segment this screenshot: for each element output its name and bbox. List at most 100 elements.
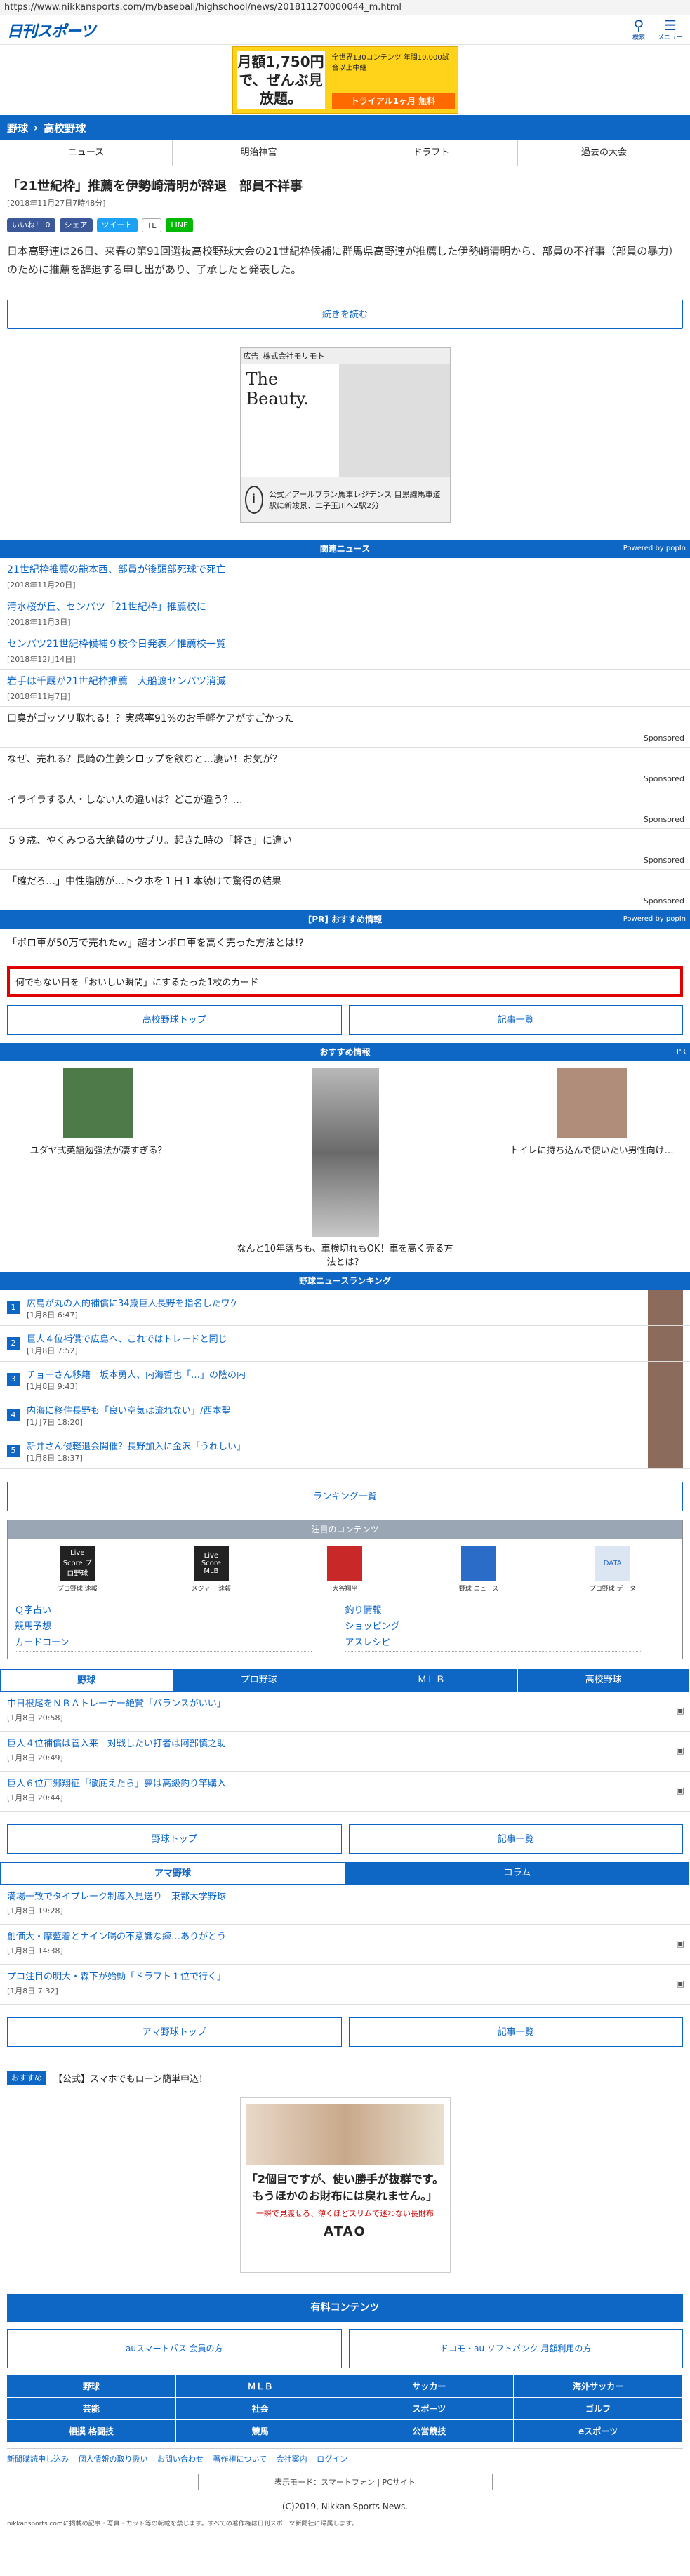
link-keiba[interactable]: 競馬予想 <box>15 1619 312 1635</box>
top-ad-banner[interactable]: 月額1,750円で、ぜんぶ見放題。 全世界130コンテンツ 年間10,000試合… <box>232 46 458 114</box>
popin-credit: Powered by popIn <box>623 915 686 923</box>
sponsored-item[interactable]: 口臭がゴッソリ取れる！？実感率91%のお手軽ケアがすごかった Sponsored <box>0 707 690 748</box>
footer-link[interactable]: 個人情報の取り扱い <box>79 2455 148 2464</box>
footer-sports[interactable]: スポーツ <box>345 2398 515 2420</box>
breadcrumb-highschool[interactable]: 高校野球 <box>44 121 86 135</box>
tab-mlb[interactable]: ＭＬＢ <box>345 1669 518 1692</box>
featured-item[interactable]: Live Score プロ野球 プロ野球 速報 <box>49 1546 105 1593</box>
recommend-item[interactable]: なんと10年落ちも、車検切れもOK！車を高く売る方法とは？ <box>233 1068 458 1268</box>
news-row[interactable]: 巨人６位戸郷翔征「徹底えたら」夢は高級釣り竿購入 [1月8日 20:44] ▣ <box>0 1772 690 1812</box>
tab-meiji-jingu[interactable]: 明治神宮 <box>173 140 345 166</box>
article-list-button[interactable]: 記事一覧 <box>348 2017 683 2047</box>
tab-baseball[interactable]: 野球 <box>0 1669 173 1692</box>
recommend-line[interactable]: おすすめ 【公式】スマホでもローン簡単申込！ <box>0 2064 690 2092</box>
breadcrumb-baseball[interactable]: 野球 <box>7 121 28 135</box>
tab-draft[interactable]: ドラフト <box>345 140 518 166</box>
article-list-button[interactable]: 記事一覧 <box>348 1824 683 1854</box>
footer-mlb[interactable]: ＭＬＢ <box>175 2375 345 2398</box>
tab-news[interactable]: ニュース <box>0 140 173 166</box>
footer-world-soccer[interactable]: 海外サッカー <box>514 2375 683 2398</box>
footer-entertainment[interactable]: 芸能 <box>7 2398 176 2420</box>
tab-past-tournaments[interactable]: 過去の大会 <box>518 140 690 166</box>
ranking-row[interactable]: 1 広島が丸の人的補償に34歳巨人長野を指名したワケ [1月8日 6:47] <box>0 1290 690 1326</box>
link-recipe[interactable]: アスレシピ <box>345 1635 642 1652</box>
ranking-row[interactable]: 5 新井さん侵軽退会開催？長野加入に金沢「うれしい」 [1月8日 18:37] <box>0 1433 690 1469</box>
amateur-top-button[interactable]: アマ野球トップ <box>7 2017 342 2047</box>
sponsored-item[interactable]: イライラする人・しない人の違いは？どこが違う？… Sponsored <box>0 788 690 829</box>
news-row[interactable]: 巨人４位補償は菅入来 対戦したい打者は阿部慎之助 [1月8日 20:49] ▣ <box>0 1732 690 1772</box>
footer-baseball[interactable]: 野球 <box>7 2375 176 2398</box>
link-cardloan[interactable]: カードローン <box>15 1635 312 1652</box>
tab-column[interactable]: コラム <box>345 1862 690 1885</box>
carrier-billing-button[interactable]: ドコモ・au ソフトバンク 月額利用の方 <box>348 2329 683 2368</box>
top-ad[interactable]: 月額1,750円で、ぜんぶ見放題。 全世界130コンテンツ 年間10,000試合… <box>0 45 690 115</box>
display-mode-switch[interactable]: 表示モード：スマートフォン | PCサイト <box>197 2474 493 2490</box>
article-list-button[interactable]: 記事一覧 <box>348 1005 683 1035</box>
bottom-ad[interactable]: 「2個目ですが、使い勝手が抜群です。もうほかのお財布には戻れません。」 一瞬で見… <box>239 2097 451 2273</box>
facebook-share-button[interactable]: シェア <box>59 218 93 232</box>
middle-ad[interactable]: 広告 株式会社モリモト The Beauty. i 公式／アールブラン馬車レジデ… <box>239 347 451 523</box>
ranking-row[interactable]: 2 巨人４位補償で広島へ、これではトレードと同じ [1月8日 7:52] <box>0 1326 690 1362</box>
featured-item[interactable]: 大谷翔平 <box>317 1546 373 1593</box>
footer-link[interactable]: 会社案内 <box>277 2455 307 2464</box>
footer-golf[interactable]: ゴルフ <box>514 2398 683 2420</box>
ranking-date: [1月8日 6:47] <box>27 1310 78 1320</box>
top-ad-cta[interactable]: トライアル1ヶ月 無料 <box>331 93 455 109</box>
link-fishing[interactable]: 釣り情報 <box>345 1603 642 1619</box>
rank-number: 4 <box>7 1409 20 1421</box>
news-row[interactable]: 中日根尾をＮＢＡトレーナー絶贊「バランスがいい」 [1月8日 20:58] ▣ <box>0 1692 690 1732</box>
tweet-button[interactable]: ツイート <box>96 218 138 232</box>
search-button[interactable]: ⚲ 検索 <box>632 18 645 41</box>
sponsored-item[interactable]: ５９歳、やくみつる大絶賛のサプリ。起きた時の「軽さ」に違い Sponsored <box>0 829 690 870</box>
footer-link[interactable]: 著作権について <box>213 2455 267 2464</box>
timeline-button[interactable]: TL <box>141 218 162 232</box>
link-fortune[interactable]: Ｑ字占い <box>15 1603 312 1619</box>
footer-esports[interactable]: eスポーツ <box>514 2420 683 2443</box>
url-bar[interactable]: https://www.nikkansports.com/m/baseball/… <box>0 0 690 15</box>
baseball-top-button[interactable]: 野球トップ <box>7 1824 342 1854</box>
ranking-row[interactable]: 4 内海に移住長野も「良い空気は流れない」/西本聖 [1月7日 18:20] <box>0 1397 690 1433</box>
line-button[interactable]: LINE <box>166 218 193 232</box>
highlighted-ad-link[interactable]: 何でもない日を「おいしい瞬間」にするたった1枚のカード <box>7 966 683 997</box>
site-logo[interactable]: 日刊スポーツ <box>7 19 96 41</box>
footer-sumo[interactable]: 相撲 格闘技 <box>7 2420 176 2443</box>
footer-soccer[interactable]: サッカー <box>345 2375 515 2398</box>
related-item[interactable]: 岩手は千厩が21世紀枠推薦 大船渡センバツ消滅 [2018年11月7日] <box>0 670 690 707</box>
footer-society[interactable]: 社会 <box>175 2398 345 2420</box>
sponsored-item[interactable]: 「確だろ…」中性脂肪が…トクホを１日１本続けて驚得の結果 Sponsored <box>0 870 690 910</box>
au-smartpass-button[interactable]: auスマートパス 会員の方 <box>7 2329 342 2368</box>
related-item[interactable]: 清水桜が丘、センバツ「21世紀枠」推薦校に [2018年11月3日] <box>0 595 690 632</box>
related-item[interactable]: センバツ21世紀枠候補９校今日発表／推薦校一覧 [2018年12月14日] <box>0 632 690 670</box>
pr-item[interactable]: 「ボロ車が50万で売れたｗ」超オンボロ車を高く売った方法とは!? <box>0 929 690 957</box>
footer-link[interactable]: 新聞購読申し込み <box>7 2455 69 2464</box>
recommend-item[interactable]: トイレに持ち込んで使いたい男性向け… <box>500 1068 683 1265</box>
footer-keiba[interactable]: 競馬 <box>175 2420 345 2443</box>
news-row[interactable]: プロ注目の明大・森下が始動「ドラフト１位で行く」 [1月8日 7:32] ▣ <box>0 1965 690 2005</box>
tab-highschool[interactable]: 高校野球 <box>517 1669 690 1692</box>
ranking-row[interactable]: 3 チョーさん移籍 坂本勇人、内海哲也「…」の陰の内 [1月8日 9:43] <box>0 1362 690 1397</box>
footer-link[interactable]: お問い合わせ <box>157 2455 204 2464</box>
menu-button[interactable]: ☰ メニュー <box>658 18 683 41</box>
sponsored-item[interactable]: なぜ、売れる？長崎の生姜シロップを飲むと…凄い！お気が？ Sponsored <box>0 748 690 788</box>
footer-public-racing[interactable]: 公営競技 <box>345 2420 515 2443</box>
tab-pro-baseball[interactable]: プロ野球 <box>173 1669 345 1692</box>
related-item[interactable]: 21世紀枠推薦の能本西、部員が後頭部死球で死亡 [2018年11月20日] <box>0 558 690 595</box>
facebook-like-button[interactable]: いいね！ 0 <box>7 218 55 232</box>
news-row[interactable]: 満場一致でタイブレーク制導入見送り 東都大学野球 [1月8日 19:28] <box>0 1885 690 1925</box>
news-row[interactable]: 創価大・摩藍着とナイン喝の不意識な練…ありがとう [1月8日 14:38] ▣ <box>0 1925 690 1965</box>
recommend-item[interactable]: ユダヤ式英語勉強法が凄すぎる？ <box>7 1068 190 1265</box>
ranking-title: 巨人４位補償で広島へ、これではトレードと同じ <box>27 1334 227 1345</box>
featured-item[interactable]: DATA プロ野球 データ <box>585 1546 641 1593</box>
ranking-list-button[interactable]: ランキング一覧 <box>7 1482 683 1511</box>
footer-link[interactable]: ログイン <box>317 2455 347 2464</box>
highschool-top-button[interactable]: 高校野球トップ <box>7 1005 342 1035</box>
news-title: 巨人６位戸郷翔征「徹底えたら」夢は高級釣り竿購入 <box>7 1779 227 1789</box>
article-title: 「21世紀枠」推薦を伊勢崎清明が辞退 部員不祥事 <box>7 179 303 194</box>
featured-item[interactable]: 野球 ニュース <box>451 1546 507 1593</box>
featured-item[interactable]: Live Score MLB メジャー 速報 <box>183 1546 239 1593</box>
tab-amateur-baseball[interactable]: アマ野球 <box>0 1862 345 1885</box>
read-more-button[interactable]: 続きを読む <box>7 300 683 329</box>
link-shopping[interactable]: ショッピング <box>345 1619 642 1635</box>
sponsored-title: 口臭がゴッソリ取れる！？実感率91%のお手軽ケアがすごかった <box>7 713 295 724</box>
camera-icon: ▣ <box>676 1786 684 1795</box>
